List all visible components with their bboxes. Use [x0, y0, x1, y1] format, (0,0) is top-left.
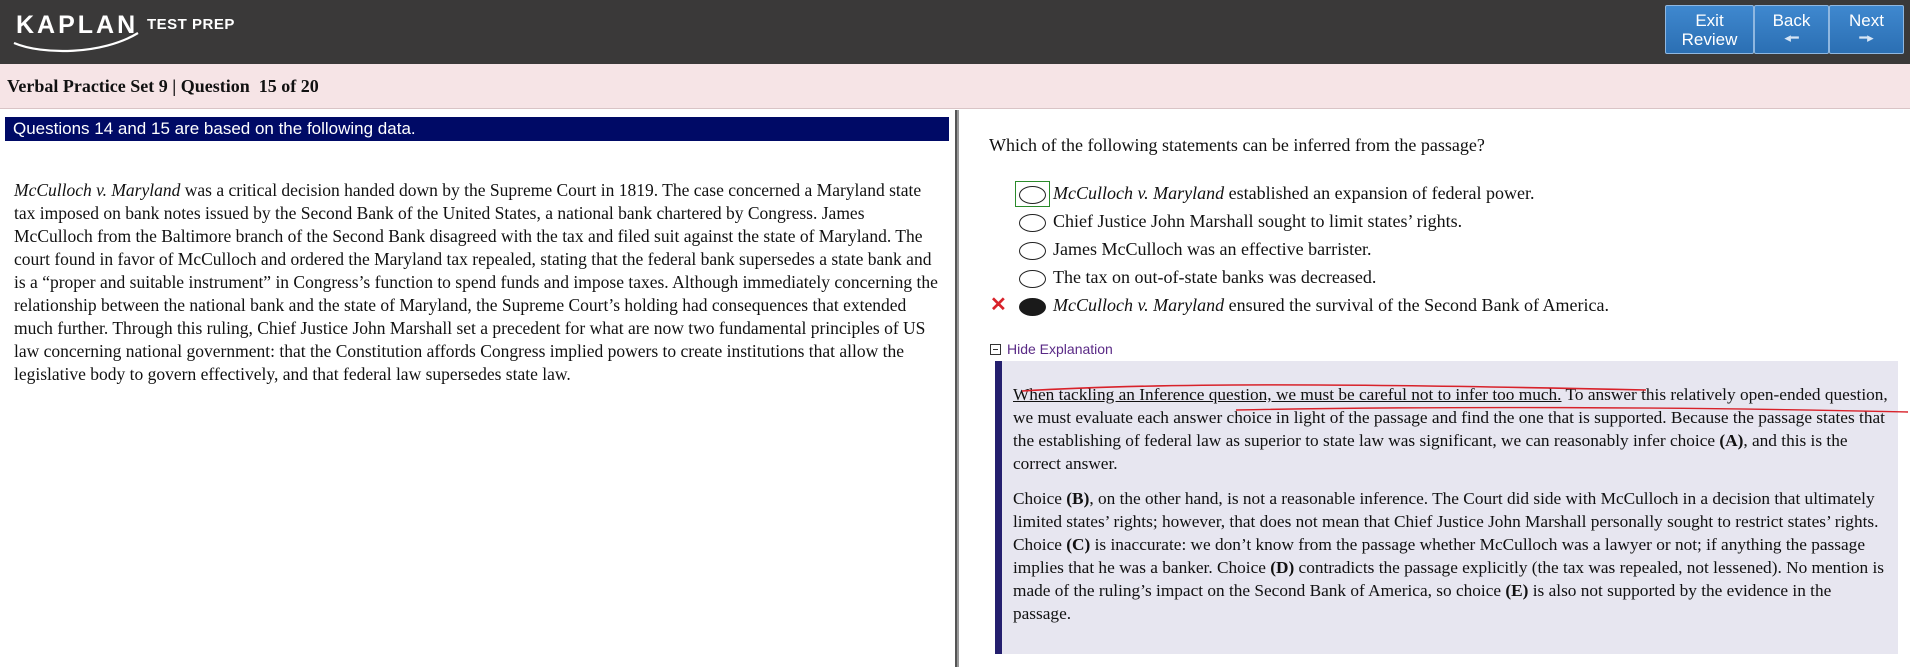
- incorrect-x-icon: ✕: [990, 294, 1007, 316]
- exit-review-button[interactable]: Exit Review: [1665, 5, 1754, 54]
- explanation-paragraph-2: Choice (B), on the other hand, is not a …: [1013, 489, 1885, 623]
- choice-c-text: James McCulloch was an effective barrist…: [1053, 239, 1372, 259]
- radio-b[interactable]: [1019, 214, 1046, 232]
- choice-b-text: Chief Justice John Marshall sought to li…: [1053, 211, 1463, 231]
- answer-choices: McCulloch v. Maryland established an exp…: [959, 179, 1899, 319]
- radio-e-selected[interactable]: [1019, 298, 1046, 316]
- back-button[interactable]: Back ◂━: [1754, 5, 1829, 54]
- hide-explanation-label: Hide Explanation: [1007, 341, 1113, 357]
- explanation-paragraph-1: When tackling an Inference question, we …: [1013, 385, 1888, 473]
- choice-d-text: The tax on out-of-state banks was decrea…: [1053, 267, 1377, 287]
- case-name: McCulloch v. Maryland: [14, 180, 181, 200]
- underlined-sentence: When tackling an Inference question, we …: [1013, 385, 1562, 404]
- passage-panel: Questions 14 and 15 are based on the fol…: [0, 110, 957, 667]
- question-panel: Which of the following statements can be…: [959, 110, 1910, 667]
- choice-a-text: McCulloch v. Maryland established an exp…: [1053, 183, 1535, 203]
- passage-body: was a critical decision handed down by t…: [14, 180, 938, 384]
- next-label: Next: [1849, 11, 1884, 30]
- collapse-icon: [990, 344, 1001, 355]
- logo-subtitle: TEST PREP: [147, 16, 235, 33]
- arrow-left-icon: ◂━: [1784, 30, 1799, 45]
- back-label: Back: [1772, 11, 1811, 30]
- radio-c[interactable]: [1019, 242, 1046, 260]
- question-counter: Verbal Practice Set 9 | Question 15 of 2…: [7, 76, 319, 96]
- arrow-right-icon: ━▸: [1859, 30, 1874, 45]
- explanation-box: When tackling an Inference question, we …: [995, 361, 1909, 654]
- top-bar: KAPLAN TEST PREP Exit Review Back ◂━ Nex…: [0, 0, 1910, 64]
- passage-text: McCulloch v. Maryland was a critical dec…: [14, 179, 946, 386]
- next-button[interactable]: Next ━▸: [1829, 5, 1904, 54]
- hide-explanation-toggle[interactable]: Hide Explanation: [990, 341, 1113, 357]
- passage-header: Questions 14 and 15 are based on the fol…: [5, 117, 949, 141]
- radio-d[interactable]: [1019, 270, 1046, 288]
- choice-a[interactable]: McCulloch v. Maryland established an exp…: [959, 179, 1899, 207]
- exit-review-label: Exit Review: [1681, 11, 1738, 49]
- choice-b[interactable]: Chief Justice John Marshall sought to li…: [959, 207, 1899, 235]
- choice-e-text: McCulloch v. Maryland ensured the surviv…: [1053, 295, 1610, 315]
- choice-c[interactable]: James McCulloch was an effective barrist…: [959, 235, 1899, 263]
- question-bar: Verbal Practice Set 9 | Question 15 of 2…: [0, 64, 1910, 109]
- logo-swoosh-icon: [13, 32, 139, 53]
- radio-a[interactable]: [1019, 186, 1046, 204]
- choice-d[interactable]: The tax on out-of-state banks was decrea…: [959, 263, 1899, 291]
- question-stem: Which of the following statements can be…: [989, 135, 1485, 155]
- choice-e[interactable]: ✕ McCulloch v. Maryland ensured the surv…: [959, 291, 1899, 319]
